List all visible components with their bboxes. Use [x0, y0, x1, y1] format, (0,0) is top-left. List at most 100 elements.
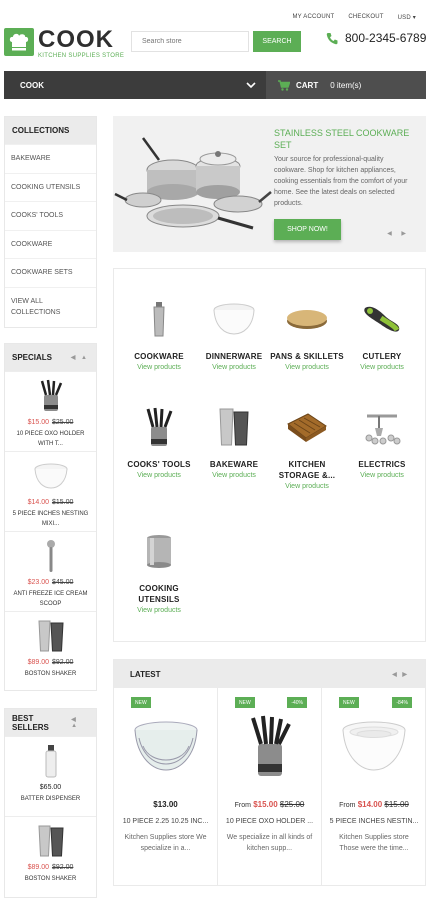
product-old-price: $15.00	[384, 800, 409, 809]
bestseller-price: $65.00	[39, 784, 62, 791]
banner-text: Your source for professional-quality coo…	[274, 156, 408, 207]
category-dinnerware[interactable]: DINNERWARE View products	[195, 299, 273, 371]
corkscrew-icon	[343, 407, 421, 447]
collection-cookware[interactable]: COOKWARE	[5, 229, 96, 259]
category-name: CUTLERY	[362, 352, 402, 361]
utensil-holder-image	[218, 710, 321, 782]
collection-bakeware[interactable]: BAKEWARE	[5, 144, 96, 173]
category-bakeware[interactable]: BAKEWARE View products	[195, 407, 273, 479]
bestseller-item[interactable]: $89.00 $92.00 BOSTON SHAKER	[5, 816, 96, 896]
product-card[interactable]: NEW -84% From $14.00 $15.00 5 PIECE INCH…	[322, 688, 426, 885]
nav-bar: COOK CART 0 item(s)	[4, 71, 426, 99]
shop-now-button[interactable]: SHOP NOW!	[274, 219, 341, 240]
ice-cream-scoop-icon	[5, 538, 96, 574]
collection-cooking-utensils[interactable]: COOKING UTENSILS	[5, 172, 96, 202]
product-price: $14.00	[357, 800, 383, 809]
cart-button[interactable]: CART 0 item(s)	[266, 71, 426, 99]
logo[interactable]: COOK KITCHEN SUPPLIES STORE	[4, 28, 124, 59]
mixing-bowl-icon	[5, 458, 96, 494]
category-name: COOKING UTENSILS	[138, 584, 180, 604]
checkout-link[interactable]: CHECKOUT	[348, 14, 383, 21]
search-button[interactable]: SEARCH	[253, 31, 301, 52]
currency-select[interactable]: USD ▾	[398, 14, 416, 21]
category-electrics[interactable]: ELECTRICS View products	[343, 407, 421, 479]
special-price: $14.00	[27, 499, 50, 506]
product-price: $13.00	[153, 800, 178, 809]
my-account-link[interactable]: MY ACCOUNT	[292, 14, 334, 21]
category-cookware[interactable]: COOKWARE View products	[120, 299, 198, 371]
special-item[interactable]: $14.00 $15.00 5 PIECE INCHES NESTING MIX…	[5, 451, 96, 531]
view-products-link[interactable]: View products	[120, 364, 198, 371]
banner-arrows[interactable]: ◀ ▶	[387, 230, 410, 237]
cutting-board-icon	[268, 299, 346, 339]
search-input[interactable]	[131, 31, 249, 52]
drawer-organizer-icon	[268, 407, 346, 447]
view-products-link[interactable]: View products	[195, 472, 273, 479]
menu-dropdown[interactable]: COOK	[4, 71, 266, 99]
cookware-set-image	[114, 137, 272, 230]
product-card[interactable]: NEW -40% From $15.00 $25.00 10 PIECE OXO…	[218, 688, 322, 885]
specials-header: SPECIALS ◀ ▲	[5, 344, 96, 371]
collections-panel: COLLECTIONS BAKEWARE COOKING UTENSILS CO…	[4, 116, 97, 328]
chevron-down-icon	[246, 81, 256, 88]
collection-cookware-sets[interactable]: COOKWARE SETS	[5, 258, 96, 287]
category-cutlery[interactable]: CUTLERY View products	[343, 299, 421, 371]
latest-header: LATEST ◀ ▶	[114, 660, 425, 688]
category-grid: COOKWARE View products DINNERWARE View p…	[113, 268, 426, 642]
discount-badge: -84%	[392, 697, 412, 708]
latest-title: LATEST	[130, 669, 161, 679]
view-products-link[interactable]: View products	[195, 364, 273, 371]
bestsellers-panel: BEST SELLERS ◀ ▲ $65.00 BATTER DISPENSER…	[4, 708, 97, 898]
specials-arrows[interactable]: ◀ ▲	[71, 354, 89, 361]
special-item[interactable]: $15.00 $25.00 10 PIECE OXO HOLDER WITH T…	[5, 371, 96, 451]
cart-label: CART	[296, 80, 319, 90]
bestseller-item[interactable]: $65.00 BATTER DISPENSER	[5, 736, 96, 816]
boston-shaker-icon	[5, 823, 96, 859]
product-name[interactable]: 10 PIECE 2.25 10.25 INC...	[118, 818, 213, 825]
product-price-row: $13.00	[114, 800, 217, 809]
category-kitchen-storage[interactable]: KITCHEN STORAGE &... View products	[268, 407, 346, 490]
bowl-icon	[195, 299, 273, 339]
category-name: KITCHEN STORAGE &...	[278, 460, 336, 480]
glass-bowls-image	[114, 710, 217, 782]
bestsellers-arrows[interactable]: ◀ ▲	[71, 716, 89, 729]
special-item[interactable]: $23.00 $45.00 ANTI FREEZE ICE CREAM SCOO…	[5, 531, 96, 611]
product-card[interactable]: NEW $13.00 10 PIECE 2.25 10.25 INC... Ki…	[114, 688, 218, 885]
special-name: ANTI FREEZE ICE CREAM SCOOP	[13, 591, 88, 607]
view-products-link[interactable]: View products	[268, 364, 346, 371]
logo-title: COOK	[38, 26, 114, 53]
batter-dispenser-icon	[5, 743, 96, 779]
bestseller-price: $89.00	[27, 864, 50, 871]
view-products-link[interactable]: View products	[343, 364, 421, 371]
specials-title: SPECIALS	[12, 353, 53, 362]
view-products-link[interactable]: View products	[343, 472, 421, 479]
new-badge: NEW	[339, 697, 359, 708]
product-name[interactable]: 10 PIECE OXO HOLDER ...	[222, 818, 317, 825]
utensil-holder-icon	[120, 407, 198, 447]
view-products-link[interactable]: View products	[268, 483, 346, 490]
bestseller-name: BOSTON SHAKER	[24, 876, 77, 882]
latest-arrows[interactable]: ◀ ▶	[392, 671, 409, 678]
category-cooking-utensils[interactable]: COOKING UTENSILS View products	[120, 531, 198, 614]
category-cooks-tools[interactable]: COOKS' TOOLS View products	[120, 407, 198, 479]
view-products-link[interactable]: View products	[120, 472, 198, 479]
product-name[interactable]: 5 PIECE INCHES NESTIN...	[326, 818, 422, 825]
bestsellers-header: BEST SELLERS ◀ ▲	[5, 709, 96, 736]
special-item[interactable]: $89.00 $92.00 BOSTON SHAKER	[5, 611, 96, 691]
cart-count: 0 item(s)	[330, 80, 362, 90]
product-description: We specialize in all kinds of kitchen su…	[226, 834, 313, 852]
chef-hat-icon	[4, 28, 34, 56]
cart-icon	[278, 79, 290, 91]
bestseller-name: BATTER DISPENSER	[20, 796, 81, 802]
utensil-holder-icon	[5, 378, 96, 414]
menu-label: COOK	[20, 80, 44, 90]
avocado-tool-icon	[343, 299, 421, 339]
category-name: BAKEWARE	[209, 460, 259, 469]
collection-cooks-tools[interactable]: COOKS' TOOLS	[5, 201, 96, 230]
product-price: $15.00	[253, 800, 278, 809]
product-price-row: From $15.00 $25.00	[218, 800, 321, 809]
collection-view-all[interactable]: VIEW ALL COLLECTIONS	[5, 286, 96, 327]
view-products-link[interactable]: View products	[120, 607, 198, 614]
special-old-price: $45.00	[51, 579, 74, 586]
category-pans-skillets[interactable]: PANS & SKILLETS View products	[268, 299, 346, 371]
